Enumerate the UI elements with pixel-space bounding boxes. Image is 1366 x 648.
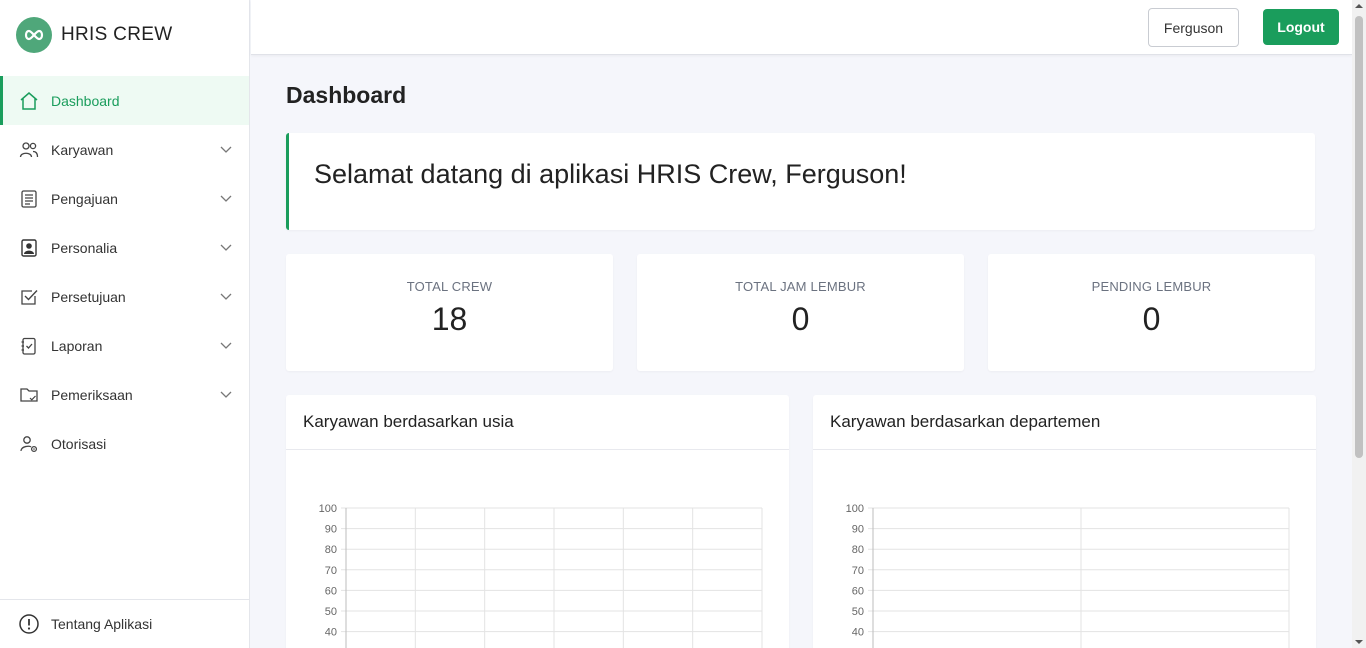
scroll-down-arrow-icon[interactable]	[1355, 638, 1363, 646]
y-tick-label: 70	[852, 565, 864, 577]
brand[interactable]: HRIS CREW	[0, 0, 249, 70]
chart-card-departemen: Karyawan berdasarkan departemen 100 90 80 7…	[813, 395, 1316, 648]
person-badge-icon	[18, 237, 40, 259]
sidebar-item-label: Personalia	[51, 239, 118, 256]
chevron-down-icon	[220, 244, 232, 251]
info-circle-icon	[18, 613, 40, 635]
brand-title: HRIS CREW	[61, 24, 173, 45]
sidebar-item-label: Persetujuan	[51, 288, 126, 305]
welcome-message: Selamat datang di aplikasi HRIS Crew, Fe…	[314, 159, 907, 189]
stat-label: TOTAL CREW	[406, 279, 493, 294]
sidebar-item-pengajuan[interactable]: Pengajuan	[0, 174, 249, 223]
y-tick-label: 50	[852, 606, 864, 618]
y-tick-label: 40	[325, 627, 337, 639]
sidebar-item-karyawan[interactable]: Karyawan	[0, 125, 249, 174]
infinity-logo-icon	[16, 17, 52, 53]
page-scrollbar[interactable]	[1352, 0, 1366, 648]
folder-check-icon	[18, 384, 40, 406]
sidebar-item-dashboard[interactable]: Dashboard	[0, 76, 249, 125]
chart-title: Karyawan berdasarkan departemen	[813, 395, 1316, 450]
y-tick-label: 90	[325, 524, 337, 536]
sidebar: HRIS CREW Dashboard Karyawan Pengajuan P…	[0, 0, 250, 648]
sidebar-item-persetujuan[interactable]: Persetujuan	[0, 272, 249, 321]
scrollbar-thumb[interactable]	[1355, 16, 1363, 458]
y-tick-label: 90	[852, 524, 864, 536]
chart-departemen: 10090807060504030	[846, 503, 1290, 648]
sidebar-item-label: Pemeriksaan	[51, 386, 133, 403]
clipboard-check-icon	[18, 335, 40, 357]
chart-usia: 10090807060504030	[319, 503, 763, 648]
y-tick-label: 100	[319, 503, 337, 515]
y-tick-label: 60	[852, 585, 864, 597]
page-title: Dashboard	[286, 82, 407, 108]
sidebar-item-tentang-aplikasi[interactable]: Tentang Aplikasi	[0, 599, 249, 648]
y-tick-label: 80	[325, 544, 337, 556]
y-tick-label: 60	[325, 585, 337, 597]
stat-card-total-crew: TOTAL CREW 18	[286, 254, 613, 371]
sidebar-menu: Dashboard Karyawan Pengajuan Personalia	[0, 76, 249, 468]
sidebar-item-personalia[interactable]: Personalia	[0, 223, 249, 272]
chevron-down-icon	[220, 342, 232, 349]
y-tick-label: 80	[852, 544, 864, 556]
sidebar-footer-label: Tentang Aplikasi	[51, 616, 153, 632]
y-tick-label: 100	[846, 503, 864, 515]
users-icon	[18, 139, 40, 161]
user-button[interactable]: Ferguson	[1148, 8, 1239, 47]
scroll-up-arrow-icon[interactable]	[1355, 2, 1363, 10]
chart-card-usia: Karyawan berdasarkan usia 100 90 80 70 60 50 4…	[286, 395, 789, 648]
stat-value: 0	[1142, 301, 1161, 337]
sidebar-item-otorisasi[interactable]: Otorisasi	[0, 419, 249, 468]
welcome-card: Selamat datang di aplikasi HRIS Crew, Fe…	[286, 133, 1315, 230]
home-icon	[18, 90, 40, 112]
topbar: Ferguson Logout	[251, 0, 1352, 55]
sidebar-item-label: Otorisasi	[51, 435, 107, 452]
sidebar-item-label: Laporan	[51, 337, 103, 354]
sidebar-item-label: Dashboard	[51, 92, 120, 109]
y-tick-label: 50	[325, 606, 337, 618]
y-tick-label: 40	[852, 627, 864, 639]
stat-value: 0	[791, 301, 810, 337]
stat-card-pending-lembur: PENDING LEMBUR 0	[988, 254, 1315, 371]
stat-card-total-jam-lembur: TOTAL JAM LEMBUR 0	[637, 254, 964, 371]
chevron-down-icon	[220, 146, 232, 153]
chevron-down-icon	[220, 391, 232, 398]
stat-value: 18	[431, 301, 468, 337]
sidebar-item-label: Karyawan	[51, 141, 114, 158]
document-list-icon	[18, 188, 40, 210]
stat-label: PENDING LEMBUR	[1091, 279, 1212, 294]
user-gear-icon	[18, 433, 40, 455]
sidebar-item-laporan[interactable]: Laporan	[0, 321, 249, 370]
chart-title: Karyawan berdasarkan usia	[286, 395, 789, 450]
chevron-down-icon	[220, 293, 232, 300]
chevron-down-icon	[220, 195, 232, 202]
sidebar-item-pemeriksaan[interactable]: Pemeriksaan	[0, 370, 249, 419]
checkbox-icon	[18, 286, 40, 308]
sidebar-item-label: Pengajuan	[51, 190, 118, 207]
stat-label: TOTAL JAM LEMBUR	[735, 279, 866, 294]
y-tick-label: 70	[325, 565, 337, 577]
logout-button[interactable]: Logout	[1263, 9, 1339, 45]
